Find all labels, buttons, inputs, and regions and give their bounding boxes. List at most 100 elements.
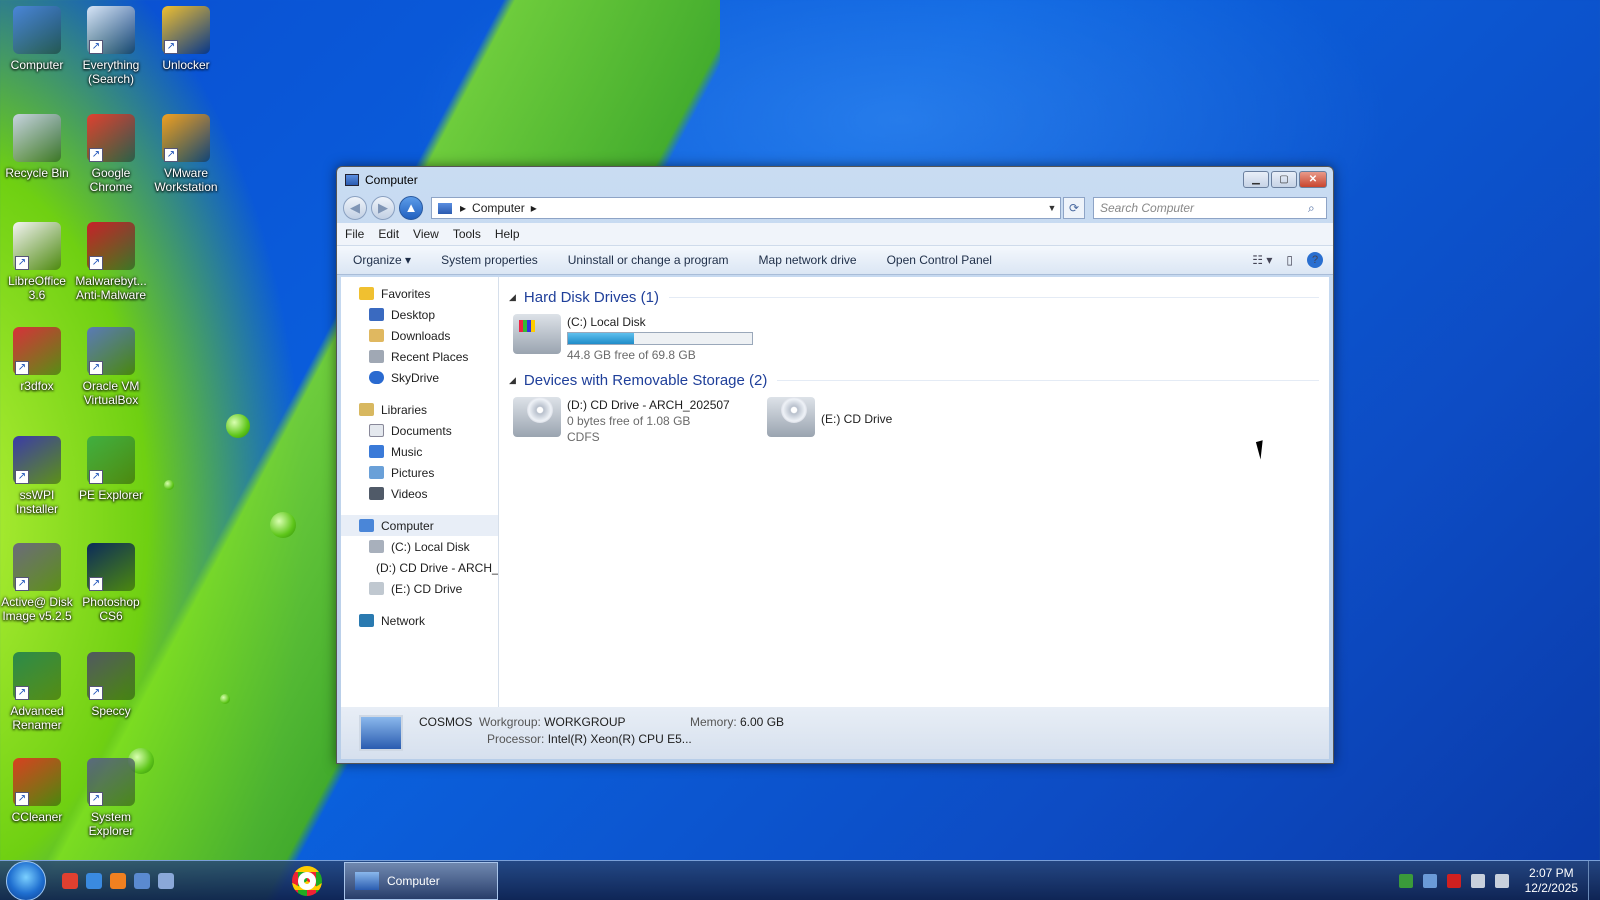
search-icon[interactable]: ⌕ xyxy=(1308,201,1326,216)
uninstall-program-button[interactable]: Uninstall or change a program xyxy=(568,253,729,267)
title-bar[interactable]: Computer ▁ ▢ ✕ xyxy=(337,167,1333,193)
desktop-icon-sswpi[interactable]: ↗ ssWPI Installer xyxy=(0,436,74,516)
desktop-icon-magic-wand[interactable]: ↗ Unlocker xyxy=(149,6,223,72)
menu-edit[interactable]: Edit xyxy=(378,227,399,241)
minimize-button[interactable]: ▁ xyxy=(1243,171,1269,188)
menu-tools[interactable]: Tools xyxy=(453,227,481,241)
group-removable-storage[interactable]: ◢ Devices with Removable Storage (2) xyxy=(509,372,1319,389)
nav-favorites[interactable]: Favorites xyxy=(341,283,498,304)
nav-network[interactable]: Network xyxy=(341,610,498,631)
shortcut-arrow-icon: ↗ xyxy=(89,148,103,162)
start-button[interactable] xyxy=(6,860,46,900)
desktop-quicklaunch-icon[interactable] xyxy=(134,872,150,889)
ie-quicklaunch-icon[interactable] xyxy=(86,872,102,889)
nav-recent-places[interactable]: Recent Places xyxy=(341,346,498,367)
nav-computer[interactable]: Computer xyxy=(341,515,498,536)
nav-skydrive[interactable]: SkyDrive xyxy=(341,367,498,388)
chrome-taskbar-icon[interactable] xyxy=(292,865,322,896)
desktop-icon-computer[interactable]: Computer xyxy=(0,6,74,72)
desktop-icon-document[interactable]: ↗ LibreOffice 3.6 xyxy=(0,222,74,302)
clock[interactable]: 2:07 PM 12/2/2025 xyxy=(1525,866,1578,896)
nav-e-drive[interactable]: (E:) CD Drive xyxy=(341,578,498,599)
menu-view[interactable]: View xyxy=(413,227,439,241)
shortcut-arrow-icon: ↗ xyxy=(15,686,29,700)
desktop-icon-speccy[interactable]: ↗ Speccy xyxy=(74,652,148,718)
drive-c[interactable]: (C:) Local Disk 44.8 GB free of 69.8 GB xyxy=(513,314,1319,366)
address-dropdown-icon[interactable]: ▼ xyxy=(1044,203,1060,213)
nav-documents[interactable]: Documents xyxy=(341,420,498,441)
shortcut-arrow-icon: ↗ xyxy=(15,470,29,484)
nav-d-drive[interactable]: (D:) CD Drive - ARCH_202507 xyxy=(341,557,498,578)
view-options-icon[interactable]: ☷ ▾ xyxy=(1252,253,1272,267)
videos-icon xyxy=(369,487,384,500)
chrome-quicklaunch-icon[interactable] xyxy=(62,872,78,889)
desktop-icon-pe-explorer[interactable]: ↗ PE Explorer xyxy=(74,436,148,502)
open-control-panel-button[interactable]: Open Control Panel xyxy=(887,253,992,267)
nav-label: Network xyxy=(381,613,426,628)
virtualbox-icon: ↗ xyxy=(87,327,135,375)
error-tray-icon[interactable] xyxy=(1446,873,1461,888)
menu-file[interactable]: File xyxy=(345,227,364,241)
preview-pane-icon[interactable]: ▯ xyxy=(1286,253,1293,267)
taskbar-button-computer[interactable]: Computer xyxy=(344,861,498,900)
up-button[interactable]: ▲ xyxy=(399,196,423,220)
desktop-icon-disk-image[interactable]: ↗ Active@ Disk Image v5.2.5 xyxy=(0,543,74,623)
breadcrumb-computer[interactable]: Computer xyxy=(472,201,525,215)
forward-button[interactable]: ▶ xyxy=(371,196,395,220)
nav-pictures[interactable]: Pictures xyxy=(341,462,498,483)
nav-desktop[interactable]: Desktop xyxy=(341,304,498,325)
desktop-icon-chrome[interactable]: ↗ Google Chrome xyxy=(74,114,148,194)
disk-image-icon: ↗ xyxy=(13,543,61,591)
desktop-icon-label: Active@ Disk Image v5.2.5 xyxy=(1,595,73,623)
search-input[interactable]: Search Computer ⌕ xyxy=(1093,197,1327,219)
shortcut-arrow-icon: ↗ xyxy=(15,361,29,375)
action-center-icon[interactable] xyxy=(1470,873,1485,888)
desktop-icon-malwarebytes[interactable]: ↗ Malwarebyt... Anti-Malware xyxy=(74,222,148,302)
breadcrumb-separator-icon[interactable]: ▸ xyxy=(460,201,466,215)
desktop-icon-renamer[interactable]: ↗ Advanced Renamer xyxy=(0,652,74,732)
computer-icon xyxy=(345,174,359,186)
desktop-icon-recycle-bin[interactable]: Recycle Bin xyxy=(0,114,74,180)
address-bar[interactable]: ▸ Computer ▸ ▼ xyxy=(431,197,1061,219)
switch-windows-icon[interactable] xyxy=(158,872,174,889)
desktop-icon-ccleaner[interactable]: ↗ CCleaner xyxy=(0,758,74,824)
refresh-button[interactable]: ⟳ xyxy=(1063,197,1085,219)
menu-help[interactable]: Help xyxy=(495,227,520,241)
desktop-icon-label: Speccy xyxy=(91,704,131,718)
group-label: Hard Disk Drives (1) xyxy=(523,289,659,306)
computer-icon xyxy=(355,871,379,890)
volume-muted-icon[interactable] xyxy=(1494,873,1509,888)
breadcrumb-chevron-icon[interactable]: ▸ xyxy=(531,201,537,215)
nav-downloads[interactable]: Downloads xyxy=(341,325,498,346)
firefox-quicklaunch-icon[interactable] xyxy=(110,872,126,889)
nav-videos[interactable]: Videos xyxy=(341,483,498,504)
desktop-icon-vmware[interactable]: ↗ VMware Workstation xyxy=(149,114,223,194)
desktop-icon-r3dfox[interactable]: ↗ r3dfox xyxy=(0,327,74,393)
desktop-icon-virtualbox[interactable]: ↗ Oracle VM VirtualBox xyxy=(74,327,148,407)
nav-label: Pictures xyxy=(391,465,435,480)
nav-c-drive[interactable]: (C:) Local Disk xyxy=(341,536,498,557)
drive-e[interactable]: (E:) CD Drive xyxy=(767,397,1017,449)
collapse-triangle-icon[interactable]: ◢ xyxy=(509,292,516,303)
organize-button[interactable]: Organize ▾ xyxy=(353,253,411,267)
details-pane: COSMOS Workgroup: WORKGROUP Memory: 6.00… xyxy=(341,707,1329,759)
group-hard-disk-drives[interactable]: ◢ Hard Disk Drives (1) xyxy=(509,289,1319,306)
show-desktop-button[interactable] xyxy=(1588,860,1600,900)
system-properties-button[interactable]: System properties xyxy=(441,253,538,267)
help-icon[interactable]: ? xyxy=(1307,252,1323,268)
nav-music[interactable]: Music xyxy=(341,441,498,462)
map-network-drive-button[interactable]: Map network drive xyxy=(759,253,857,267)
network-tray-icon[interactable] xyxy=(1398,873,1413,888)
desktop-icon-label: Everything (Search) xyxy=(82,58,140,86)
drive-filesystem: CDFS xyxy=(567,430,600,444)
desktop-icon-search[interactable]: ↗ Everything (Search) xyxy=(74,6,148,86)
desktop-icon-system-explorer[interactable]: ↗ System Explorer xyxy=(74,758,148,838)
desktop-icon-photoshop[interactable]: ↗ Photoshop CS6 xyxy=(74,543,148,623)
nav-libraries[interactable]: Libraries xyxy=(341,399,498,420)
collapse-triangle-icon[interactable]: ◢ xyxy=(509,375,516,386)
drive-d[interactable]: (D:) CD Drive - ARCH_202507 0 bytes free… xyxy=(513,397,763,449)
back-button[interactable]: ◀ xyxy=(343,196,367,220)
close-button[interactable]: ✕ xyxy=(1299,171,1327,188)
display-tray-icon[interactable] xyxy=(1422,873,1437,888)
maximize-button[interactable]: ▢ xyxy=(1271,171,1297,188)
